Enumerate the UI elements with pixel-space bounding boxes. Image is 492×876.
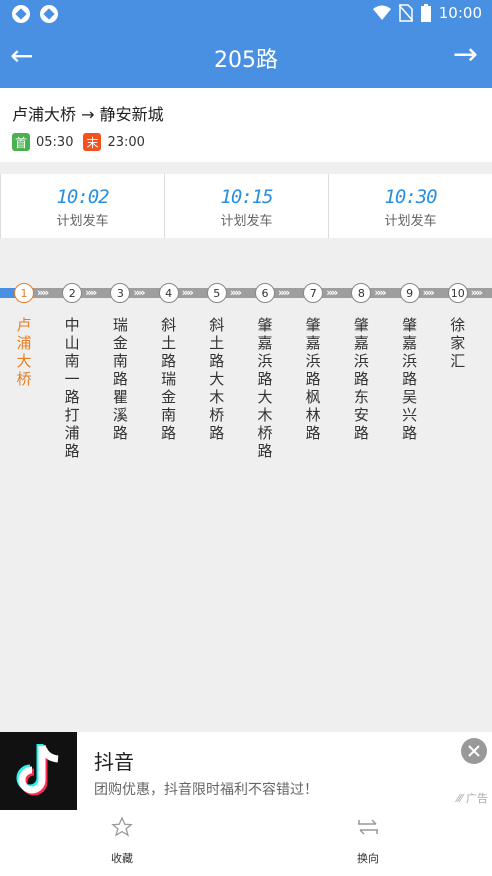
stop-marker[interactable]: 5 <box>206 283 227 303</box>
stop-marker[interactable]: 4 <box>158 283 179 303</box>
direction-arrows-icon: »» <box>374 286 386 299</box>
stop-name[interactable]: 瑞金南路瞿溪路 <box>110 316 130 442</box>
departure-item: 10:15 计划发车 <box>164 174 328 238</box>
no-sim-icon <box>398 4 413 22</box>
ad-label: ⁄⁄⁄ 广告 <box>456 792 488 805</box>
reverse-label: 换向 <box>357 852 379 865</box>
direction-arrows-icon: »» <box>133 286 145 299</box>
direction-arrows-icon: »» <box>278 286 290 299</box>
departure-item: 10:02 计划发车 <box>0 174 164 238</box>
reverse-direction-button[interactable]: 换向 <box>338 816 398 866</box>
route-info: 卢浦大桥 → 静安新城 首 05:30 末 23:00 <box>0 88 492 162</box>
direction-arrows-icon: »» <box>229 286 242 299</box>
direction-arrows-icon: »» <box>470 286 483 299</box>
wifi-icon <box>372 5 391 20</box>
stop-name[interactable]: 肇嘉浜路大木桥路 <box>255 316 275 460</box>
ad-banner[interactable]: 抖音 团购优惠，抖音限时福利不容错过！ ⁄⁄⁄ 广告 <box>0 732 492 810</box>
ad-label-text: 广告 <box>466 792 488 805</box>
favorite-label: 收藏 <box>111 852 133 865</box>
stop-name[interactable]: 肇嘉浜路枫林路 <box>303 316 323 442</box>
stop-name[interactable]: 斜土路瑞金南路 <box>159 316 179 442</box>
close-icon[interactable] <box>461 738 487 764</box>
direction-arrows-icon: »» <box>422 286 435 299</box>
forward-arrow-icon[interactable]: → <box>453 40 478 70</box>
stop-marker[interactable]: 6 <box>255 283 275 303</box>
status-bar: 10:00 <box>0 0 492 28</box>
stop-marker[interactable]: 3 <box>110 283 131 303</box>
swap-icon <box>358 819 378 835</box>
battery-icon <box>420 4 431 22</box>
stop-name[interactable]: 斜土路大木桥路 <box>207 316 227 442</box>
departure-time: 10:15 <box>220 186 273 208</box>
direction-arrows-icon: »» <box>181 286 194 299</box>
stop-name[interactable]: 肇嘉浜路东安路 <box>351 316 371 442</box>
direction-arrows-icon: »» <box>37 286 49 299</box>
direction-arrows-icon: »» <box>326 286 338 299</box>
first-bus-time: 05:30 <box>36 134 74 150</box>
ad-title: 抖音 <box>94 750 134 774</box>
last-bus-badge: 末 <box>83 133 102 151</box>
first-bus-badge: 首 <box>12 133 30 151</box>
stop-name[interactable]: 中山南一路打浦路 <box>62 316 82 460</box>
service-hours: 首 05:30 末 23:00 <box>12 133 145 151</box>
ad-description: 团购优惠，抖音限时福利不容错过！ <box>94 782 318 798</box>
direction-arrows-icon: »» <box>85 286 97 299</box>
clock: 10:00 <box>438 4 482 22</box>
stop-marker[interactable]: 1 <box>14 283 34 303</box>
route-direction: 卢浦大桥 → 静安新城 <box>12 105 164 124</box>
departure-item: 10:30 计划发车 <box>328 174 492 238</box>
stop-marker[interactable]: 2 <box>62 283 83 303</box>
stop-marker[interactable]: 10 <box>447 283 468 303</box>
bottom-bar: 收藏 换向 <box>0 810 492 876</box>
departure-label: 计划发车 <box>384 214 437 229</box>
star-icon <box>111 816 133 837</box>
stop-name[interactable]: 徐家汇 <box>448 316 468 370</box>
departure-time: 10:30 <box>384 186 437 208</box>
stop-name[interactable]: 肇嘉浜路吴兴路 <box>400 316 420 442</box>
app-bar: ← 205路 → <box>0 28 492 88</box>
page-title: 205路 <box>214 48 278 73</box>
last-bus-time: 23:00 <box>107 134 145 150</box>
app-notification-icon <box>12 5 30 23</box>
favorite-button[interactable]: 收藏 <box>92 816 152 866</box>
departure-label: 计划发车 <box>220 214 273 229</box>
app-notification-icon <box>40 5 58 23</box>
departure-label: 计划发车 <box>56 214 109 229</box>
douyin-logo-icon <box>0 732 77 810</box>
stop-name[interactable]: 卢浦大桥 <box>14 316 34 388</box>
stop-marker[interactable]: 7 <box>303 283 324 303</box>
stop-marker[interactable]: 9 <box>399 283 420 303</box>
stop-marker[interactable]: 8 <box>351 283 372 303</box>
departure-schedule: 10:02 计划发车 10:15 计划发车 10:30 计划发车 <box>0 174 492 238</box>
departure-time: 10:02 <box>56 186 109 208</box>
